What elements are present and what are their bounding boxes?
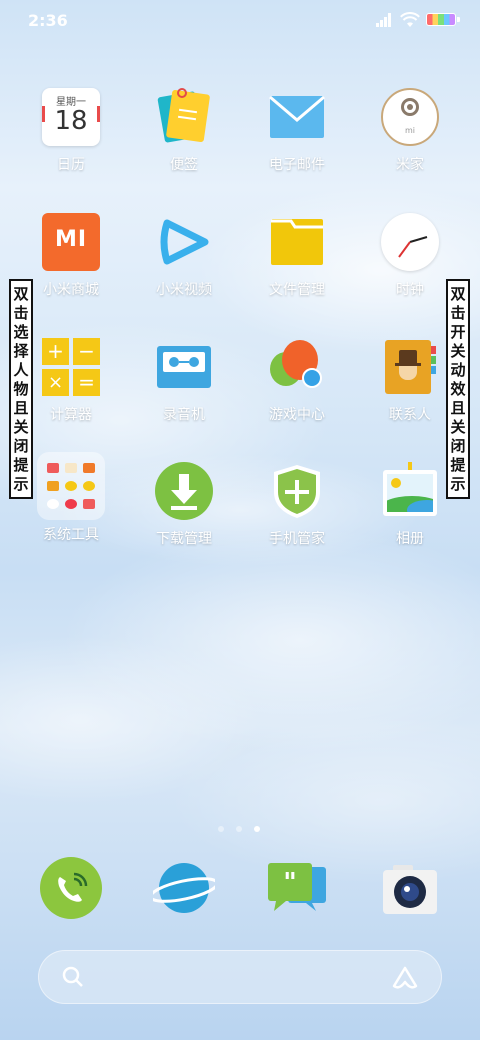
calendar-day: 18	[54, 106, 88, 136]
wifi-icon	[400, 12, 420, 27]
svg-text:": "	[283, 868, 297, 898]
battery-tip	[457, 17, 460, 22]
phone-icon[interactable]	[40, 857, 102, 919]
app-label: 手机管家	[269, 531, 325, 547]
calendar-icon: 星期一 18	[42, 88, 100, 146]
app-security[interactable]: 手机管家	[242, 462, 352, 548]
page-dot-2	[236, 826, 242, 832]
download-icon	[155, 462, 213, 520]
app-label: 游戏中心	[269, 407, 325, 423]
system-tools-folder-icon	[37, 452, 105, 520]
search-bar[interactable]	[38, 950, 442, 1004]
page-indicator	[216, 826, 266, 834]
shield-icon	[268, 462, 326, 520]
status-time: 2:36	[28, 11, 68, 30]
mijia-icon: mi	[381, 88, 439, 146]
page-dot-1	[218, 826, 224, 832]
app-label: 相册	[396, 531, 424, 547]
folder-icon	[268, 213, 326, 271]
app-label: 小米视频	[156, 282, 212, 298]
app-label: 文件管理	[269, 282, 325, 298]
right-hint-note[interactable]: 双击开关动效且关闭提示	[446, 279, 470, 499]
video-play-icon	[155, 213, 213, 271]
calculator-icon: + − × =	[42, 338, 100, 396]
left-hint-note[interactable]: 双击选择人物且关闭提示	[9, 279, 33, 499]
app-label: 米家	[396, 157, 424, 173]
app-label: 系统工具	[43, 527, 99, 543]
cassette-icon	[155, 338, 213, 396]
app-notes[interactable]: 便签	[129, 88, 239, 174]
messages-icon[interactable]: "	[266, 857, 328, 919]
app-email[interactable]: 电子邮件	[242, 88, 352, 174]
assistant-icon[interactable]	[391, 964, 419, 992]
browser-icon[interactable]	[149, 857, 219, 919]
app-file-manager[interactable]: 文件管理	[242, 213, 352, 299]
signal-icon	[376, 13, 391, 27]
contacts-icon	[381, 338, 439, 396]
app-recorder[interactable]: 录音机	[129, 338, 239, 424]
app-calendar[interactable]: 星期一 18 日历	[16, 88, 126, 174]
status-bar: 2:36	[0, 0, 480, 40]
app-label: 下载管理	[156, 531, 212, 547]
app-mijia[interactable]: mi 米家	[355, 88, 465, 174]
email-icon	[268, 88, 326, 146]
app-label: 日历	[57, 157, 85, 173]
camera-icon[interactable]	[379, 857, 441, 919]
app-label: 便签	[170, 157, 198, 173]
app-mi-video[interactable]: 小米视频	[129, 213, 239, 299]
app-game-center[interactable]: 游戏中心	[242, 338, 352, 424]
game-center-icon	[268, 338, 326, 396]
mi-store-icon: MI	[42, 213, 100, 271]
app-label: 电子邮件	[269, 157, 325, 173]
app-download-manager[interactable]: 下载管理	[129, 462, 239, 548]
gallery-icon	[381, 462, 439, 520]
battery-icon	[426, 13, 456, 26]
app-label: 录音机	[163, 407, 205, 423]
notes-icon	[155, 88, 213, 146]
page-dot-3-active	[254, 826, 260, 832]
clock-icon	[381, 213, 439, 271]
search-icon	[62, 966, 83, 987]
